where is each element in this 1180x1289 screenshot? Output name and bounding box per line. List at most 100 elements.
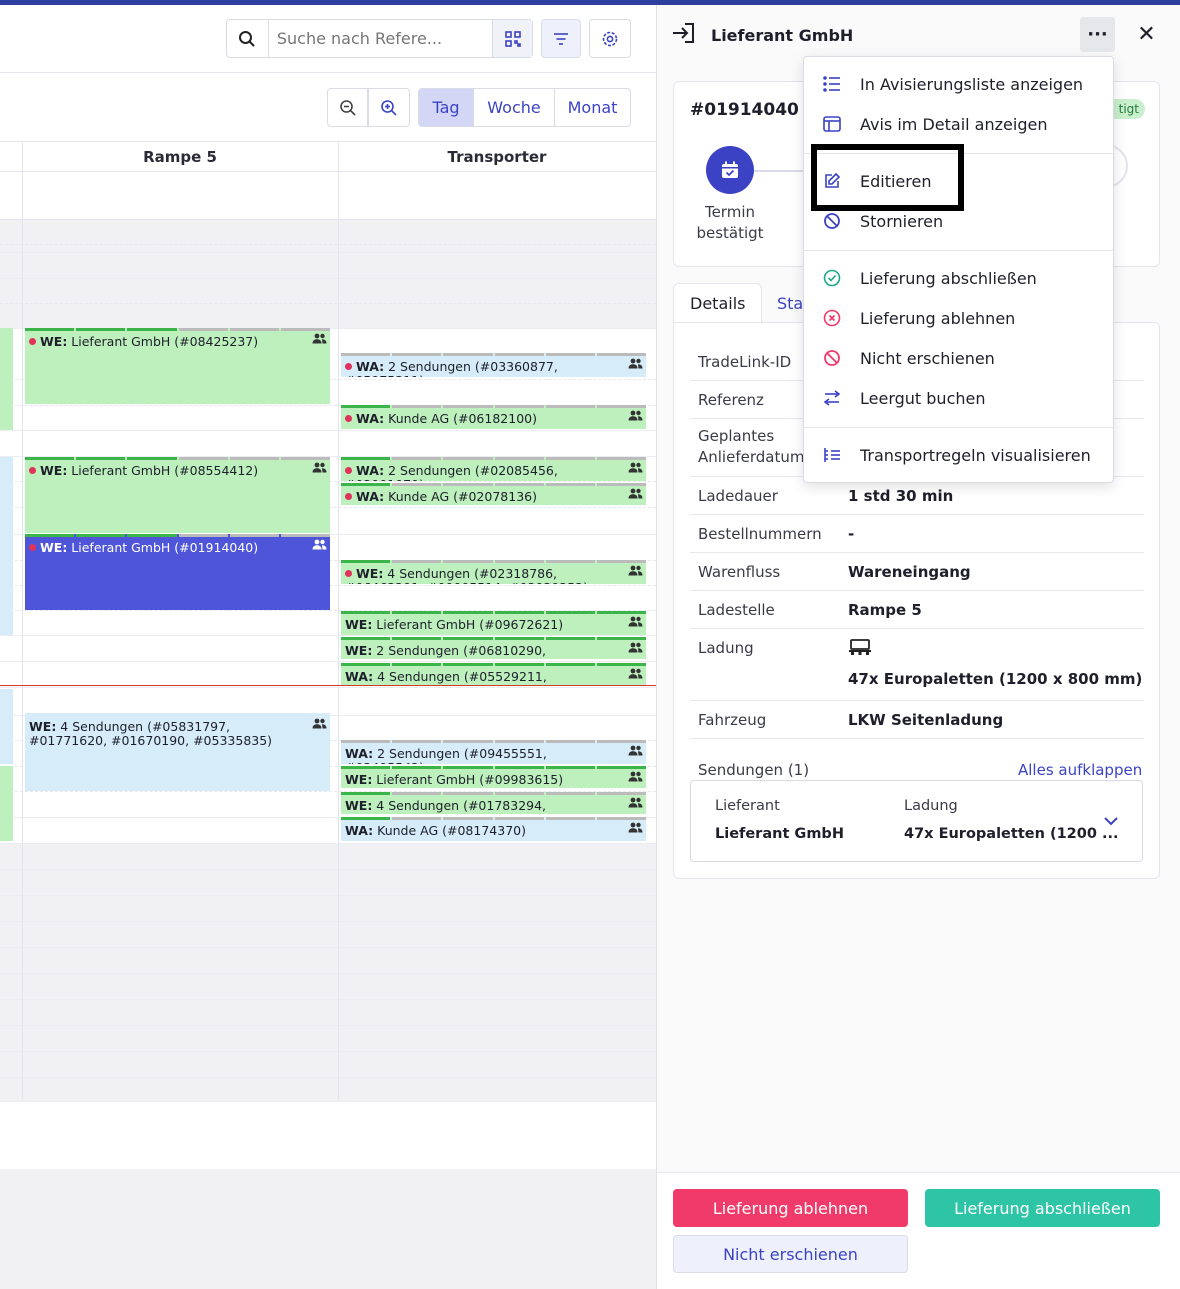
more-icon: ··· [1087, 24, 1108, 45]
close-button[interactable]: ✕ [1129, 17, 1164, 52]
detail-value: LKW Seitenladung [848, 711, 1004, 729]
grid-line [0, 843, 656, 844]
ban-icon [804, 212, 860, 230]
event-label: WA: 4 Sendungen (#05529211, #01733170, #… [345, 666, 624, 686]
people-icon [312, 462, 327, 477]
grid-line [0, 278, 656, 279]
view-tab-week[interactable]: Woche [474, 88, 555, 127]
login-arrow-icon[interactable] [671, 22, 697, 48]
calendar-event[interactable]: WE: Lieferant GmbH (#09672621) [341, 611, 646, 635]
event-type: WA: [345, 823, 374, 838]
calendar-event[interactable]: WA: 2 Sendungen (#09455551, #03495542) [341, 740, 646, 764]
event-label: WE: Lieferant GmbH (#01914040) [29, 537, 308, 555]
calendar-event[interactable]: WA: Kunde AG (#02078136) [341, 483, 646, 505]
column-header-rampe-5: Rampe 5 [143, 148, 217, 166]
more-actions-button[interactable]: ··· [1080, 17, 1115, 52]
menu-item-9[interactable]: Transportregeln visualisieren [804, 437, 1113, 473]
calendar-footer [0, 1169, 656, 1289]
search-icon[interactable] [227, 20, 269, 57]
grid-line [0, 635, 656, 636]
calendar-event[interactable]: WE: 4 Sendungen (#02318786, #06463291, #… [341, 560, 646, 584]
calendar-view: Tag Woche Monat Rampe 5 Transporter WE: … [0, 5, 656, 1289]
reject-delivery-button[interactable]: Lieferung ablehnen [673, 1189, 908, 1227]
detail-key: Ladung [698, 639, 754, 657]
people-icon [628, 822, 643, 837]
lieferant-label: Lieferant [715, 798, 780, 814]
event-stub[interactable] [0, 457, 13, 635]
event-label: WA: Kunde AG (#06182100) [345, 408, 624, 426]
step-label: Termin bestätigt [696, 203, 764, 242]
grid-line [0, 430, 656, 431]
detail-key: Warenfluss [698, 563, 781, 581]
menu-item-label: Stornieren [860, 211, 944, 231]
complete-delivery-button[interactable]: Lieferung abschließen [925, 1189, 1160, 1227]
tab-details[interactable]: Details [673, 283, 763, 323]
lieferant-value: Lieferant GmbH [715, 826, 844, 842]
menu-item-7[interactable]: Nicht erschienen [804, 340, 1113, 376]
event-type: WA: [356, 359, 385, 374]
menu-item-label: Nicht erschienen [860, 348, 995, 368]
calendar-event[interactable]: WE: 4 Sendungen (#01783294, #02134523, #… [341, 792, 646, 814]
zoom-in-button[interactable] [368, 88, 410, 127]
zoom-in-icon [381, 99, 397, 116]
menu-item-6[interactable]: Lieferung ablehnen [804, 300, 1113, 336]
event-type: WE: [29, 719, 57, 734]
event-label: WE: Lieferant GmbH (#08554412) [29, 460, 308, 478]
calendar-event[interactable]: WE: Lieferant GmbH (#08554412) [25, 457, 330, 533]
menu-item-5[interactable]: Lieferung abschließen [804, 260, 1113, 296]
calendar-event[interactable]: WA: 2 Sendungen (#03360877, #05975311) [341, 353, 646, 377]
event-status-bar [341, 817, 646, 820]
calendar-event[interactable]: WE: Lieferant GmbH (#08425237) [25, 328, 330, 404]
detail-value: Rampe 5 [848, 601, 922, 619]
shipment-card[interactable]: Lieferant Lieferant GmbH Ladung 47x Euro… [690, 780, 1143, 862]
calendar-event[interactable]: WA: Kunde AG (#06182100) [341, 405, 646, 429]
no-show-button[interactable]: Nicht erschienen [673, 1235, 908, 1273]
search-box[interactable] [226, 19, 533, 58]
alert-dot [29, 338, 36, 345]
menu-item-label: Avis im Detail anzeigen [860, 114, 1048, 134]
event-type: WA: [356, 463, 385, 478]
highlight-box [811, 144, 964, 211]
filter-button[interactable] [541, 19, 581, 58]
pallet-icon [848, 638, 872, 660]
event-type: WE: [40, 540, 68, 555]
detail-row: Warenfluss Wareneingang [690, 553, 1144, 591]
grid-line [0, 869, 656, 870]
event-stub[interactable] [0, 689, 13, 764]
search-input[interactable] [268, 20, 493, 57]
view-tab-month[interactable]: Monat [555, 88, 631, 127]
event-text: Kunde AG (#06182100) [384, 411, 537, 426]
event-stub[interactable] [0, 766, 13, 841]
current-time-line [0, 685, 656, 686]
event-status-bar [25, 457, 330, 460]
expand-all-link[interactable]: Alles aufklappen [1018, 761, 1142, 779]
people-icon [628, 488, 643, 503]
chevron-down-icon[interactable] [1103, 811, 1119, 830]
calendar-event[interactable]: WE: 4 Sendungen (#05831797, #01771620, #… [25, 713, 330, 791]
calendar-event[interactable]: WE: 2 Sendungen (#06810290, #09129087) [341, 637, 646, 659]
calendar-event[interactable]: WA: Kunde AG (#08174370) [341, 817, 646, 841]
menu-item-1[interactable]: In Avisierungsliste anzeigen [804, 66, 1113, 102]
people-icon [628, 642, 643, 657]
calendar-event[interactable]: WE: Lieferant GmbH (#09983615) [341, 766, 646, 788]
event-text: Lieferant GmbH (#09672621) [372, 617, 564, 632]
detail-key: TradeLink-ID [698, 353, 792, 371]
menu-item-2[interactable]: Avis im Detail anzeigen [804, 106, 1113, 142]
step-confirmed [706, 146, 754, 194]
grid-line [0, 1101, 656, 1102]
grid-line [0, 252, 656, 253]
event-status-bar [341, 353, 646, 356]
calendar-event[interactable]: WA: 4 Sendungen (#05529211, #01733170, #… [341, 663, 646, 685]
people-icon [628, 565, 643, 580]
view-tab-day[interactable]: Tag [418, 88, 474, 127]
zoom-out-button[interactable] [327, 88, 368, 127]
event-text: 2 Sendungen (#09455551, #03495542) [345, 746, 547, 765]
grid-line [0, 661, 656, 662]
calendar-event[interactable]: WE: Lieferant GmbH (#01914040) [25, 534, 330, 610]
menu-item-8[interactable]: Leergut buchen [804, 380, 1113, 416]
event-stub[interactable] [0, 328, 13, 430]
calendar-event[interactable]: WA: 2 Sendungen (#02085456, #03991979) [341, 457, 646, 481]
qr-code-icon[interactable] [492, 20, 532, 57]
detail-row: Ladestelle Rampe 5 [690, 591, 1144, 629]
settings-button[interactable] [589, 19, 631, 58]
